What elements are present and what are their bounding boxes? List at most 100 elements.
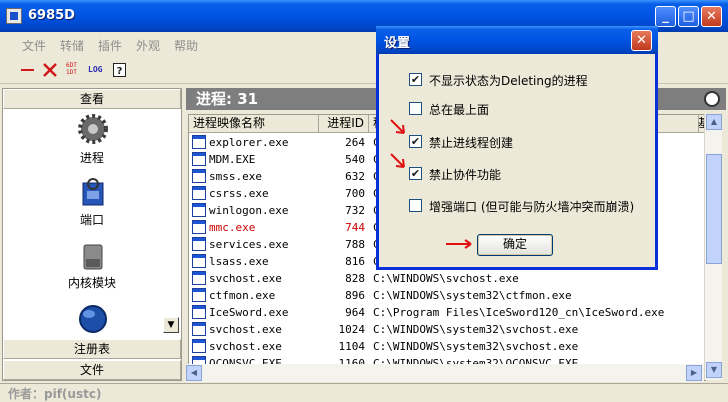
ctfmon-icon (192, 288, 206, 302)
log-button[interactable]: LOG (88, 65, 108, 85)
disk-icon[interactable] (77, 241, 109, 273)
process-name: MDM.EXE (209, 153, 256, 166)
nav-header-file[interactable]: 文件 (3, 360, 181, 380)
column-header-pid[interactable]: 进程ID (319, 115, 369, 133)
process-name: svchost.exe (209, 272, 282, 285)
option-hide-deleting-label: 不显示状态为Deleting的进程 (429, 74, 588, 88)
process-name: ctfmon.exe (209, 289, 276, 302)
option-enhanced-port-label: 增强端口 (但可能与防火墙冲突而崩溃) (429, 200, 635, 214)
process-id: 632 (345, 170, 365, 183)
process-name: winlogon.exe (209, 204, 289, 217)
process-id: 744 (345, 221, 365, 234)
settings-dialog: 设置 ✕ ✔ 不显示状态为Deleting的进程 总在最上面 ✔ 禁止进线程创建… (376, 26, 658, 270)
winlogon-icon (192, 203, 206, 217)
process-name: lsass.exe (209, 255, 269, 268)
dialog-title: 设置 (384, 36, 411, 51)
scroll-down-button[interactable]: ▼ (706, 362, 722, 378)
menu-file[interactable]: 文件 (22, 37, 46, 54)
window-icon (192, 186, 206, 200)
window-icon (192, 152, 206, 166)
process-id: 788 (345, 238, 365, 251)
svg-text:?: ? (117, 66, 123, 77)
nav-item-kernel-modules[interactable]: 内核模块 (3, 274, 181, 291)
process-path: C:\WINDOWS\system32\svchost.exe (373, 323, 579, 336)
process-id: 828 (345, 272, 365, 285)
process-id: 1104 (338, 340, 366, 353)
window-icon (192, 220, 206, 234)
checkbox-always-on-top[interactable] (409, 102, 422, 115)
process-name: svchost.exe (209, 323, 282, 336)
window-icon (192, 237, 206, 251)
table-row[interactable]: IceSword.exe 964 C:\Program Files\IceSword… (189, 304, 705, 321)
nav-header-view[interactable]: 查看 (3, 89, 181, 109)
gear-icon[interactable] (77, 113, 109, 145)
nav-item-process[interactable]: 进程 (3, 149, 181, 166)
window-icon (192, 254, 206, 268)
process-id: 264 (345, 136, 365, 149)
table-row[interactable]: svchost.exe 828 C:\WINDOWS\svchost.exe (189, 270, 705, 287)
minimize-button[interactable]: _ (655, 6, 676, 27)
table-row[interactable]: svchost.exe 1024 C:\WINDOWS\system32\svcho… (189, 321, 705, 338)
nav-scroll-down-button[interactable]: ▼ (163, 317, 179, 333)
annotation-arrow-icon (446, 239, 472, 249)
delete-icon[interactable] (42, 60, 58, 80)
maximize-button[interactable]: □ (678, 6, 699, 27)
column-header-name[interactable]: 进程映像名称 (189, 115, 319, 133)
menu-plugins[interactable]: 插件 (98, 37, 122, 54)
process-id: 964 (345, 306, 365, 319)
process-path: C:\WINDOWS\system32\ctfmon.exe (373, 289, 572, 302)
svchost-icon (192, 271, 206, 285)
menu-appearance[interactable]: 外观 (136, 37, 160, 54)
nav-item-port[interactable]: 端口 (3, 211, 181, 228)
checkbox-enhanced-port[interactable] (409, 199, 422, 212)
process-name: explorer.exe (209, 136, 289, 149)
process-count-label: 进程: 31 (196, 90, 259, 108)
process-name: csrss.exe (209, 187, 269, 200)
icesword-icon (192, 305, 206, 319)
menu-dump[interactable]: 转储 (60, 37, 84, 54)
checkbox-hide-deleting[interactable]: ✔ (409, 73, 422, 86)
process-path: C:\WINDOWS\system32\svchost.exe (373, 340, 579, 353)
explorer-icon (192, 135, 206, 149)
port-icon[interactable] (77, 177, 109, 209)
window-icon (192, 339, 206, 353)
process-name: mmc.exe (209, 221, 256, 234)
process-id: 1024 (338, 323, 366, 336)
scroll-up-button[interactable]: ▲ (706, 114, 722, 130)
process-name: smss.exe (209, 170, 262, 183)
vertical-scrollbar[interactable]: ▲ ▼ (704, 114, 722, 380)
scroll-thumb[interactable] (706, 154, 722, 264)
app-icon (6, 8, 22, 24)
option-block-thread-creation-label: 禁止进线程创建 (429, 136, 514, 150)
tool-6dt-button[interactable]: 6DT 1DT (66, 62, 80, 82)
ok-button[interactable]: 确定 (477, 234, 553, 256)
navigation-panel: 查看 进程 端口 内核模块 ▼ 注册表 文件 (2, 88, 182, 381)
globe-icon[interactable] (77, 303, 109, 335)
process-name: svchost.exe (209, 340, 282, 353)
process-path: C:\Program Files\IceSword120_cn\IceSword… (373, 306, 665, 319)
dialog-close-button[interactable]: ✕ (631, 30, 652, 51)
process-id: 732 (345, 204, 365, 217)
status-bar: 作者：pif(ustc) (0, 383, 728, 401)
process-name: services.exe (209, 238, 289, 251)
option-disable-helper-label: 禁止协件功能 (429, 168, 502, 182)
menu-help[interactable]: 帮助 (174, 37, 198, 54)
dialog-title-bar[interactable]: 设置 ✕ (376, 26, 658, 54)
minus-icon[interactable] (20, 60, 36, 80)
scroll-right-button[interactable]: ▶ (686, 365, 702, 381)
table-row[interactable]: svchost.exe 1104 C:\WINDOWS\system32\svcho… (189, 338, 705, 355)
process-id: 816 (345, 255, 365, 268)
help-icon[interactable]: ? (112, 60, 128, 80)
table-row[interactable]: ctfmon.exe 896 C:\WINDOWS\system32\ctfmon.… (189, 287, 705, 304)
process-id: 540 (345, 153, 365, 166)
scroll-left-button[interactable]: ◀ (186, 365, 202, 381)
nav-header-registry[interactable]: 注册表 (3, 339, 181, 359)
process-id: 700 (345, 187, 365, 200)
annotation-arrow-icon (390, 153, 405, 168)
author-status: 作者：pif(ustc) (8, 387, 102, 401)
refresh-icon[interactable] (704, 91, 720, 107)
horizontal-scrollbar[interactable]: ◀ ▶ (186, 364, 704, 382)
close-button[interactable]: ✕ (701, 6, 722, 27)
window-title: 6985D (28, 8, 75, 23)
option-always-on-top-label: 总在最上面 (429, 103, 490, 117)
